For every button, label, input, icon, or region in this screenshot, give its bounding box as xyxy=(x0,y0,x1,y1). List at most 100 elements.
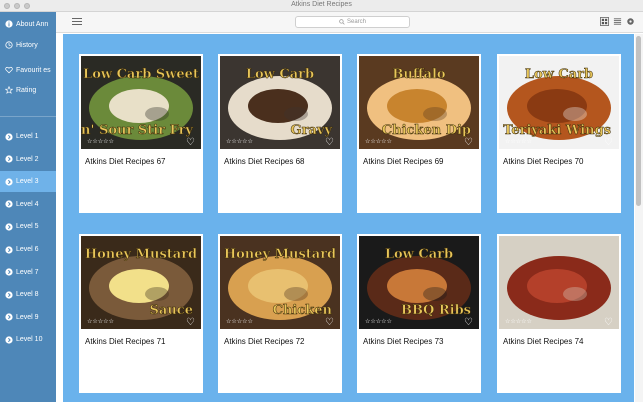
heart-icon xyxy=(5,66,13,74)
recipe-photo: Buffalo Chicken Dip xyxy=(359,56,479,149)
sidebar-item-level-8[interactable]: Level 8 xyxy=(0,284,56,305)
recipe-overlay-subtitle: Chicken xyxy=(273,303,333,318)
sidebar-item-label: About Ann xyxy=(16,21,49,28)
sidebar-item-label: Level 5 xyxy=(16,223,39,231)
rating-stars[interactable]: ☆☆☆☆☆ xyxy=(226,138,253,145)
recipe-card[interactable]: ☆☆☆☆☆ ♡ Atkins Diet Recipes 74 xyxy=(497,234,621,393)
rating-stars[interactable]: ☆☆☆☆☆ xyxy=(505,318,532,325)
search-placeholder: Search xyxy=(346,19,366,25)
settings-icon[interactable] xyxy=(626,17,635,26)
recipe-title: Atkins Diet Recipes 74 xyxy=(503,337,584,346)
recipe-title: Atkins Diet Recipes 67 xyxy=(85,157,166,166)
sidebar-item-level-10[interactable]: Level 10 xyxy=(0,329,56,350)
sidebar-item-label: Level 10 xyxy=(16,336,43,344)
sidebar-item-level-3[interactable]: Level 3 xyxy=(0,171,56,193)
recipe-photo: Low Carb Gravy xyxy=(220,56,340,149)
window-title: Atkins Diet Recipes xyxy=(291,1,352,8)
sidebar-item-level-5[interactable]: Level 5 xyxy=(0,216,56,237)
sidebar: About Ann History Favourit es Rating Level 1… xyxy=(0,12,56,402)
sidebar-item-level-2[interactable]: Level 2 xyxy=(0,149,56,170)
sidebar-item-about-ann[interactable]: About Ann xyxy=(0,19,56,29)
level-icon xyxy=(5,132,13,141)
level-icon xyxy=(5,336,13,344)
recipe-overlay-title: Low Carb xyxy=(246,67,314,82)
sidebar-divider xyxy=(0,116,56,117)
recipe-overlay-title: Honey Mustard xyxy=(224,247,336,262)
sidebar-item-label: History xyxy=(16,42,38,49)
app-window: Atkins Diet Recipes About Ann History Favo… xyxy=(0,0,643,402)
sidebar-item-level-4[interactable]: Level 4 xyxy=(0,194,56,215)
recipe-overlay-subtitle: n' Sour Stir Fry xyxy=(81,123,193,138)
level-icon xyxy=(5,313,13,321)
info-icon xyxy=(5,20,13,28)
recipe-card[interactable]: Low Carb Sweet n' Sour Stir Fry ☆☆☆☆☆ ♡ Atki… xyxy=(79,54,203,213)
recipe-photo: Low Carb Sweet n' Sour Stir Fry xyxy=(81,56,201,149)
recipe-title: Atkins Diet Recipes 69 xyxy=(363,157,444,166)
sidebar-item-rating[interactable]: Rating xyxy=(0,85,56,95)
menu-icon[interactable] xyxy=(72,17,82,27)
rating-stars[interactable]: ☆☆☆☆☆ xyxy=(365,318,392,325)
recipe-overlay-title: Low Carb xyxy=(525,67,593,82)
recipe-photo: Honey Mustard Sauce xyxy=(81,236,201,329)
sidebar-item-label: Level 6 xyxy=(16,246,39,253)
level-icon xyxy=(5,178,13,186)
sidebar-item-label: Level 1 xyxy=(16,133,39,140)
level-icon xyxy=(5,336,13,344)
recipe-thumbnail: Low Carb Gravy ☆☆☆☆☆ ♡ xyxy=(220,56,340,149)
scrollbar[interactable] xyxy=(635,34,643,402)
sidebar-item-level-9[interactable]: Level 9 xyxy=(0,307,56,328)
sidebar-item-level-7[interactable]: Level 7 xyxy=(0,262,56,283)
recipe-overlay-title: Honey Mustard xyxy=(85,247,197,262)
level-icon xyxy=(5,223,13,231)
recipe-title: Atkins Diet Recipes 72 xyxy=(224,337,305,346)
level-icon xyxy=(5,223,13,231)
recipe-card[interactable]: Low Carb Gravy ☆☆☆☆☆ ♡ Atkins Diet Recipes 6… xyxy=(218,54,342,213)
search-input[interactable]: Search xyxy=(295,16,410,28)
title-bar: Atkins Diet Recipes xyxy=(0,0,643,12)
rating-stars[interactable]: ☆☆☆☆☆ xyxy=(87,318,114,325)
recipe-thumbnail: Honey Mustard Sauce ☆☆☆☆☆ ♡ xyxy=(81,236,201,329)
rating-stars[interactable]: ☆☆☆☆☆ xyxy=(505,138,532,145)
favorite-heart-icon[interactable]: ♡ xyxy=(186,137,195,148)
favorite-heart-icon[interactable]: ♡ xyxy=(325,137,334,148)
favorite-heart-icon[interactable]: ♡ xyxy=(186,317,195,328)
sidebar-item-level-1[interactable]: Level 1 xyxy=(0,126,56,147)
sidebar-item-label: Level 2 xyxy=(16,155,39,163)
clock-icon xyxy=(5,41,13,49)
recipe-overlay-title: Buffalo xyxy=(392,67,445,82)
recipe-thumbnail: Low Carb Teriyaki Wings ☆☆☆☆☆ ♡ xyxy=(499,56,619,149)
favorite-heart-icon[interactable]: ♡ xyxy=(604,317,613,328)
favorite-heart-icon[interactable]: ♡ xyxy=(604,137,613,148)
recipe-overlay-title: Low Carb xyxy=(385,247,453,262)
level-icon xyxy=(5,178,13,186)
recipe-overlay-subtitle: Gravy xyxy=(291,123,333,138)
recipe-card[interactable]: Honey Mustard Chicken ☆☆☆☆☆ ♡ Atkins Diet Re… xyxy=(218,234,342,393)
rating-stars[interactable]: ☆☆☆☆☆ xyxy=(365,138,392,145)
sidebar-item-label: Level 7 xyxy=(16,268,39,276)
recipe-photo: Low Carb BBQ Ribs xyxy=(359,236,479,329)
list-view-icon[interactable] xyxy=(613,17,622,26)
favorite-heart-icon[interactable]: ♡ xyxy=(464,317,473,328)
scroll-thumb[interactable] xyxy=(636,36,641,206)
recipe-card[interactable]: Low Carb Teriyaki Wings ☆☆☆☆☆ ♡ Atkins Diet … xyxy=(497,54,621,213)
rating-stars[interactable]: ☆☆☆☆☆ xyxy=(87,138,114,145)
sidebar-item-level-6[interactable]: Level 6 xyxy=(0,239,56,260)
recipe-card[interactable]: Low Carb BBQ Ribs ☆☆☆☆☆ ♡ Atkins Diet Recipe… xyxy=(357,234,481,393)
sidebar-item-label: Level 9 xyxy=(16,313,39,321)
recipe-thumbnail: Buffalo Chicken Dip ☆☆☆☆☆ ♡ xyxy=(359,56,479,149)
sidebar-item-label: Favourit es xyxy=(16,67,51,74)
grid-view-icon[interactable] xyxy=(600,17,609,26)
favorite-heart-icon[interactable]: ♡ xyxy=(325,317,334,328)
recipe-thumbnail: Honey Mustard Chicken ☆☆☆☆☆ ♡ xyxy=(220,236,340,329)
level-icon xyxy=(5,245,13,254)
level-icon xyxy=(5,155,13,163)
sidebar-item-history[interactable]: History xyxy=(0,40,56,50)
level-icon xyxy=(5,268,13,276)
recipe-card[interactable]: Buffalo Chicken Dip ☆☆☆☆☆ ♡ Atkins Diet Reci… xyxy=(357,54,481,213)
star-icon xyxy=(5,86,13,94)
rating-stars[interactable]: ☆☆☆☆☆ xyxy=(226,318,253,325)
recipe-card[interactable]: Honey Mustard Sauce ☆☆☆☆☆ ♡ Atkins Diet Reci… xyxy=(79,234,203,393)
recipe-photo: Honey Mustard Chicken xyxy=(220,236,340,329)
sidebar-item-favourit-es[interactable]: Favourit es xyxy=(0,65,56,75)
favorite-heart-icon[interactable]: ♡ xyxy=(464,137,473,148)
